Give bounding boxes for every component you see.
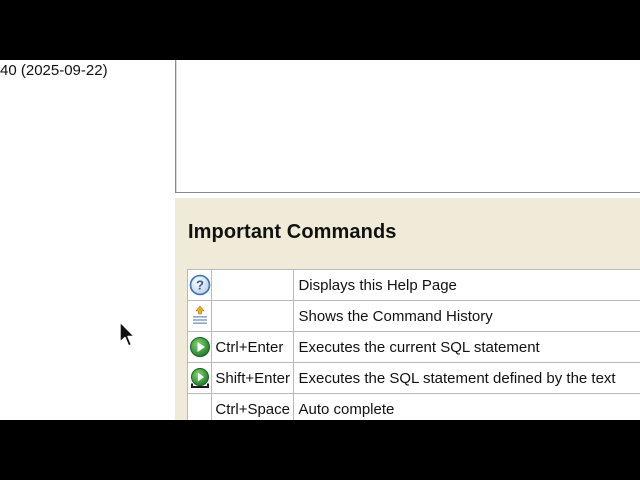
command-description: Auto complete [293, 393, 640, 420]
command-icon-cell [186, 393, 213, 420]
command-row: Ctrl+Enter Executes the current SQL stat… [186, 331, 640, 363]
command-key: Shift+Enter [211, 362, 295, 394]
run-icon[interactable] [189, 336, 211, 358]
command-key: Ctrl+Enter [211, 331, 295, 363]
version-text: 40 (2025-09-22) [0, 62, 108, 79]
screen: 40 (2025-09-22) Important Commands ? Dis… [0, 60, 640, 420]
command-key [211, 300, 295, 332]
command-description: Executes the current SQL statement [293, 331, 640, 363]
command-icon-cell[interactable] [186, 362, 213, 394]
command-key: Ctrl+Space [211, 393, 295, 420]
help-panel: Important Commands ? Displays this Help … [175, 198, 640, 420]
command-row: ? Displays this Help Page [186, 269, 640, 301]
mouse-cursor-icon [119, 321, 136, 347]
command-row: Ctrl+Space Auto complete [186, 393, 640, 420]
help-heading: Important Commands [188, 221, 397, 243]
command-description: Displays this Help Page [293, 269, 640, 301]
history-icon[interactable] [189, 305, 211, 327]
command-description: Executes the SQL statement defined by th… [293, 362, 640, 394]
command-row: Shows the Command History [186, 300, 640, 332]
command-icon-cell[interactable] [186, 331, 213, 363]
command-icon-cell[interactable]: ? [186, 269, 213, 301]
svg-text:?: ? [196, 278, 204, 293]
command-description: Shows the Command History [293, 300, 640, 332]
sql-editor[interactable] [175, 60, 640, 193]
commands-table: ? Displays this Help Page Shows the Comm… [186, 269, 640, 420]
help-icon[interactable]: ? [189, 274, 211, 296]
command-key [211, 269, 295, 301]
command-icon-cell[interactable] [186, 300, 213, 332]
command-row: Shift+Enter Executes the SQL statement d… [186, 362, 640, 394]
run-selected-icon[interactable] [189, 367, 211, 389]
